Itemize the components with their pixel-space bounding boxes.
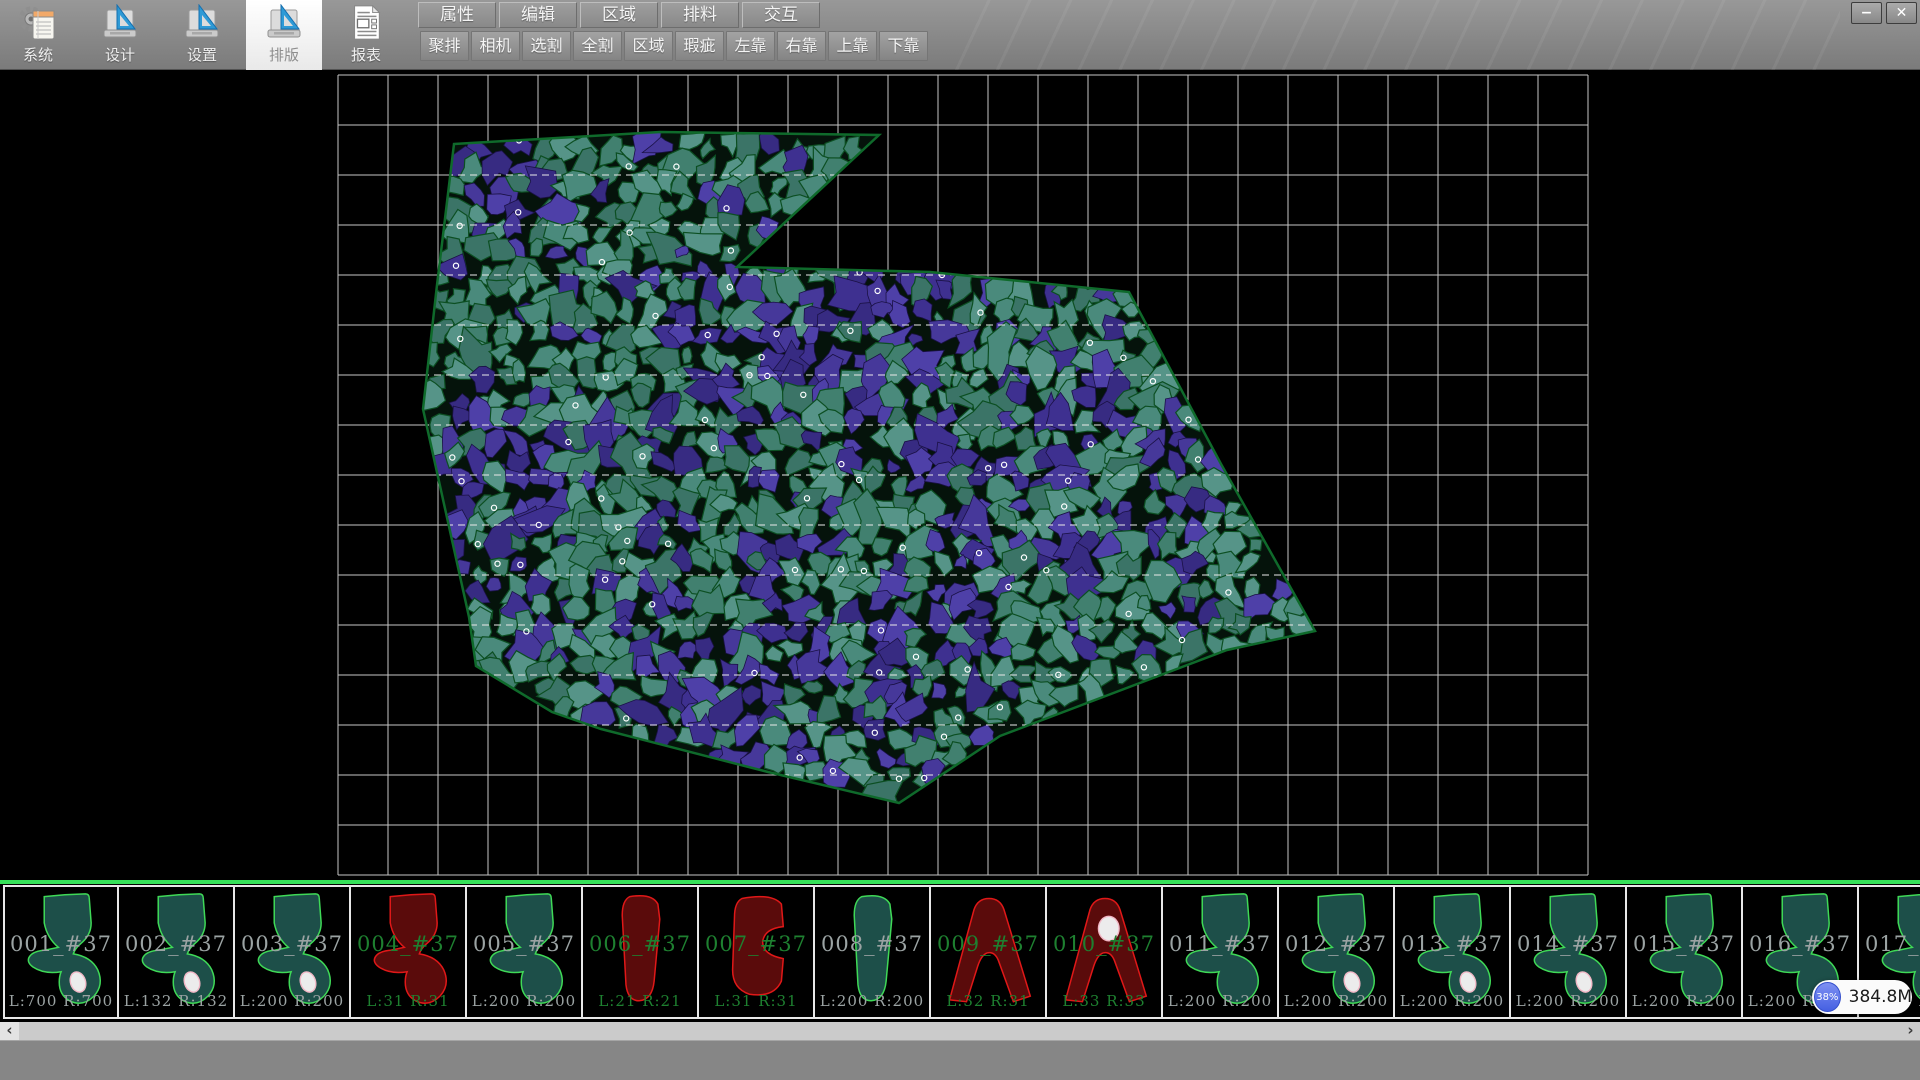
part-thumbnail[interactable]: 001_#37 L:700 R:700 <box>3 887 119 1017</box>
part-lr-count: L:200 R:200 <box>1395 992 1509 1010</box>
part-thumbnail[interactable]: 008_#37 L:200 R:200 <box>815 887 931 1017</box>
nesting-canvas[interactable] <box>0 70 1920 880</box>
part-thumbnail[interactable]: 002_#37 L:132 R:132 <box>119 887 235 1017</box>
part-lr-count: L:31 R:31 <box>351 992 465 1010</box>
memory-value: 384.8M <box>1849 987 1912 1007</box>
main-button-报表[interactable]: 报表 <box>328 0 404 70</box>
system-icon <box>18 4 58 42</box>
scroll-right-button[interactable]: › <box>1901 1022 1920 1040</box>
parts-list: 001_#37 L:700 R:700 002_#37 L:132 R:132 … <box>3 885 1920 1019</box>
main-button-label: 设置 <box>187 44 217 65</box>
main-button-系统[interactable]: 系统 <box>0 0 76 70</box>
part-lr-count: L:700 R:700 <box>5 992 117 1010</box>
tool-button-聚排[interactable]: 聚排 <box>420 31 469 61</box>
part-name: 009_#37 <box>931 932 1045 956</box>
part-thumbnail[interactable]: 006_#37 L:21 R:21 <box>583 887 699 1017</box>
part-thumbnail[interactable]: 010_#37 L:33 R:33 <box>1047 887 1163 1017</box>
main-button-label: 排版 <box>269 44 299 65</box>
part-thumbnail[interactable]: 012_#37 L:200 R:200 <box>1279 887 1395 1017</box>
report-icon <box>346 4 386 42</box>
menu-tab-属性[interactable]: 属性 <box>418 2 496 28</box>
part-thumbnail[interactable]: 004_#37 L:31 R:31 <box>351 887 467 1017</box>
menu-tab-排料[interactable]: 排料 <box>661 2 739 28</box>
main-button-label: 报表 <box>351 44 381 65</box>
tool-button-相机[interactable]: 相机 <box>471 31 520 61</box>
part-name: 007_#37 <box>699 932 813 956</box>
main-toolbar: 系统 设计 设置 排版 报表 <box>0 0 404 70</box>
strip-accent-line <box>0 880 1920 884</box>
part-lr-count: L:200 R:200 <box>1163 992 1277 1010</box>
part-name: 011_#37 <box>1163 932 1277 956</box>
part-name: 012_#37 <box>1279 932 1393 956</box>
part-name: 014_#37 <box>1511 932 1625 956</box>
layout-icon <box>264 4 304 42</box>
main-button-label: 系统 <box>23 44 53 65</box>
tool-button-区域[interactable]: 区域 <box>624 31 673 61</box>
part-lr-count: L:200 R:200 <box>1279 992 1393 1010</box>
part-name: 004_#37 <box>351 932 465 956</box>
menu-tab-bar: 属性编辑区域排料交互 <box>418 2 820 28</box>
horizontal-scrollbar[interactable]: ‹ › <box>0 1022 1920 1040</box>
part-lr-count: L:132 R:132 <box>119 992 233 1010</box>
part-name: 015_#37 <box>1627 932 1741 956</box>
menu-tab-区域[interactable]: 区域 <box>580 2 658 28</box>
tool-button-bar: 聚排相机选割全割区域瑕疵左靠右靠上靠下靠 <box>420 31 928 61</box>
part-name: 010_#37 <box>1047 932 1161 956</box>
tool-button-左靠[interactable]: 左靠 <box>726 31 775 61</box>
part-lr-count: L:21 R:21 <box>583 992 697 1010</box>
part-name: 002_#37 <box>119 932 233 956</box>
part-thumbnail[interactable]: 003_#37 L:200 R:200 <box>235 887 351 1017</box>
main-button-设置[interactable]: 设置 <box>164 0 240 70</box>
part-thumbnail[interactable]: 014_#37 L:200 R:200 <box>1511 887 1627 1017</box>
part-lr-count: L:200 R:200 <box>467 992 581 1010</box>
part-name: 001_#37 <box>5 932 117 956</box>
part-lr-count: L:32 R:31 <box>931 992 1045 1010</box>
minimize-button[interactable]: − <box>1851 2 1882 24</box>
part-lr-count: L:200 R:200 <box>1511 992 1625 1010</box>
tool-button-右靠[interactable]: 右靠 <box>777 31 826 61</box>
settings-icon <box>182 4 222 42</box>
canvas-svg <box>0 70 1920 880</box>
part-thumbnail[interactable]: 011_#37 L:200 R:200 <box>1163 887 1279 1017</box>
design-icon <box>100 4 140 42</box>
status-bar <box>0 1040 1920 1080</box>
part-thumbnail[interactable]: 005_#37 L:200 R:200 <box>467 887 583 1017</box>
part-lr-count: L:200 R:200 <box>235 992 349 1010</box>
close-button[interactable]: ✕ <box>1886 2 1917 24</box>
part-name: 008_#37 <box>815 932 929 956</box>
main-button-设计[interactable]: 设计 <box>82 0 158 70</box>
scroll-left-button[interactable]: ‹ <box>0 1022 19 1040</box>
part-lr-count: L:200 R:200 <box>1627 992 1741 1010</box>
part-name: 017_#37 <box>1859 932 1920 956</box>
progress-circle: 38% <box>1814 982 1841 1012</box>
tool-button-下靠[interactable]: 下靠 <box>879 31 928 61</box>
tool-button-瑕疵[interactable]: 瑕疵 <box>675 31 724 61</box>
main-button-label: 设计 <box>105 44 135 65</box>
tool-button-全割[interactable]: 全割 <box>573 31 622 61</box>
part-thumbnail[interactable]: 007_#37 L:31 R:31 <box>699 887 815 1017</box>
menu-tab-编辑[interactable]: 编辑 <box>499 2 577 28</box>
part-lr-count: L:31 R:31 <box>699 992 813 1010</box>
memory-badge: 38% 384.8M <box>1812 980 1912 1014</box>
part-name: 005_#37 <box>467 932 581 956</box>
parts-strip: 001_#37 L:700 R:700 002_#37 L:132 R:132 … <box>0 880 1920 1022</box>
part-name: 013_#37 <box>1395 932 1509 956</box>
part-thumbnail[interactable]: 013_#37 L:200 R:200 <box>1395 887 1511 1017</box>
part-thumbnail[interactable]: 015_#37 L:200 R:200 <box>1627 887 1743 1017</box>
part-name: 006_#37 <box>583 932 697 956</box>
tool-button-选割[interactable]: 选割 <box>522 31 571 61</box>
main-button-排版[interactable]: 排版 <box>246 0 322 70</box>
part-lr-count: L:200 R:200 <box>815 992 929 1010</box>
part-lr-count: L:33 R:33 <box>1047 992 1161 1010</box>
part-name: 016_#37 <box>1743 932 1857 956</box>
part-thumbnail[interactable]: 009_#37 L:32 R:31 <box>931 887 1047 1017</box>
window-controls: − ✕ <box>1851 2 1917 24</box>
menu-tab-交互[interactable]: 交互 <box>742 2 820 28</box>
tool-button-上靠[interactable]: 上靠 <box>828 31 877 61</box>
titlebar: 系统 设计 设置 排版 报表 属性编辑区域排料交互 聚排相机选割全割区域瑕疵左靠… <box>0 0 1920 70</box>
part-name: 003_#37 <box>235 932 349 956</box>
